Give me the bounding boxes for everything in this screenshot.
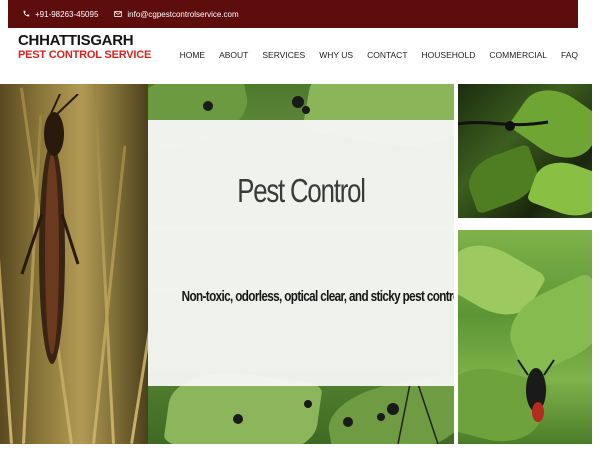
envelope-icon: [114, 11, 123, 17]
top-contact-bar: +91-98263-45095 info@cgpestcontrolservic…: [8, 0, 578, 28]
logo-line-1: CHHATTISGARH: [18, 32, 134, 49]
logo-line-2: PEST CONTROL SERVICE: [18, 49, 152, 61]
phone-contact[interactable]: +91-98263-45095: [22, 10, 98, 19]
nav-home[interactable]: HOME: [180, 50, 206, 60]
nav-household[interactable]: HOUSEHOLD: [422, 50, 476, 60]
beetle-dark-leaves-photo: [458, 84, 592, 218]
phone-icon: [23, 10, 30, 17]
hero-text-panel: Pest Control Non-toxic, odorless, optica…: [148, 120, 513, 386]
hero-collage: Pest Control Non-toxic, odorless, optica…: [0, 84, 600, 444]
nav-about[interactable]: ABOUT: [219, 50, 248, 60]
site-header: CHHATTISGARH PEST CONTROL SERVICE HOME A…: [8, 28, 578, 84]
hero-title: Pest Control: [237, 172, 366, 209]
nav-services[interactable]: SERVICES: [262, 50, 305, 60]
grasshopper-photo: [0, 84, 148, 444]
hero-subtitle: Non-toxic, odorless, optical clear, and …: [181, 288, 513, 305]
email-contact[interactable]: info@cgpestcontrolservice.com: [114, 9, 239, 19]
phone-number: +91-98263-45095: [35, 9, 99, 19]
main-nav: HOME ABOUT SERVICES WHY US CONTACT HOUSE…: [166, 50, 578, 60]
nav-contact[interactable]: CONTACT: [367, 50, 407, 60]
nav-faq[interactable]: FAQ: [561, 50, 578, 60]
beetle-green-leaf-photo: [458, 230, 592, 444]
nav-why-us[interactable]: WHY US: [319, 50, 353, 60]
site-logo[interactable]: CHHATTISGARH PEST CONTROL SERVICE: [18, 33, 151, 61]
nav-commercial[interactable]: COMMERCIAL: [489, 50, 547, 60]
email-address: info@cgpestcontrolservice.com: [127, 9, 239, 19]
